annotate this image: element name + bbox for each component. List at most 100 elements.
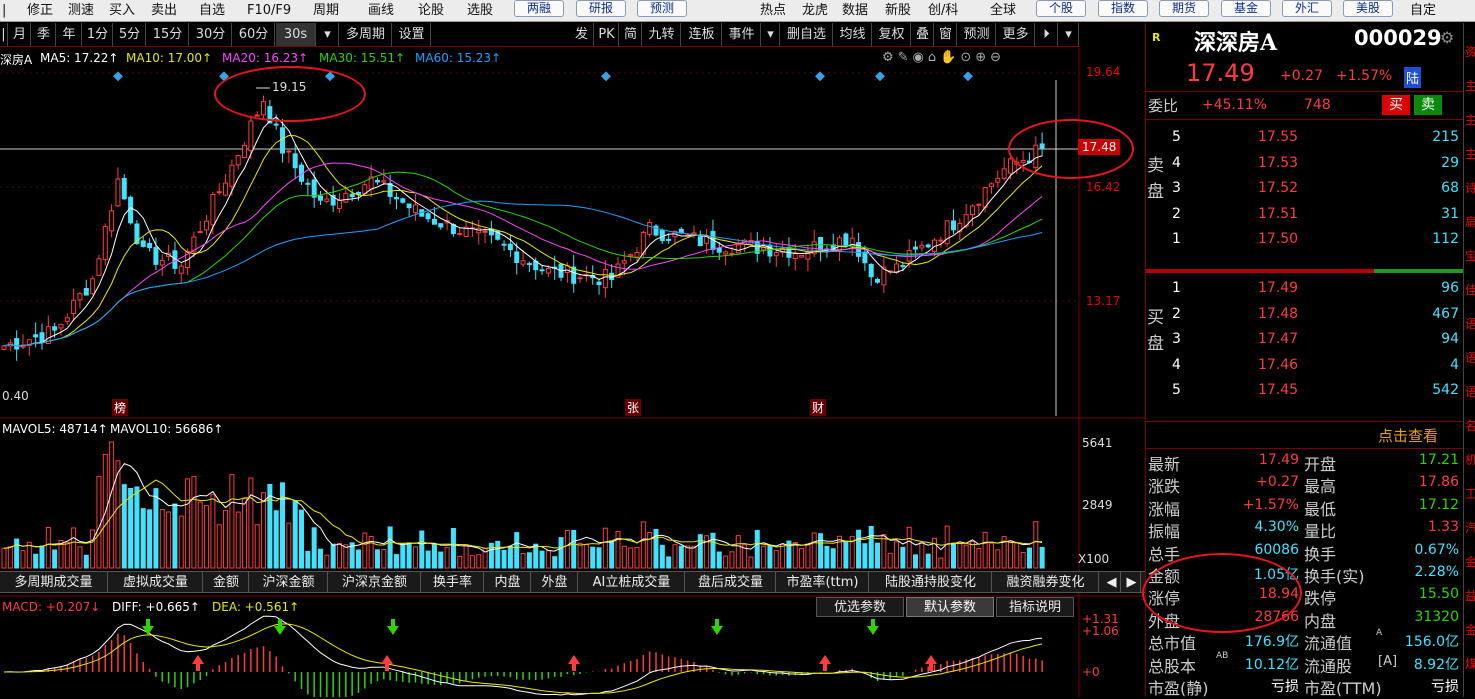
tool-adjust[interactable]: 复权 xyxy=(873,23,911,46)
menu-sell[interactable]: 卖出 xyxy=(151,0,177,22)
side-list-item[interactable]: 诗 xyxy=(1465,179,1475,196)
menu-chinext-star[interactable]: 创/科 xyxy=(928,0,958,22)
chart-tool-icons[interactable]: ⚙✎◉⌂✋⊙⊕⊖ xyxy=(882,50,1005,65)
tab-northbound-holding[interactable]: 陆股通持股变化 xyxy=(870,572,992,593)
side-list-item[interactable]: 益 xyxy=(1465,587,1475,604)
book-price[interactable]: 17.52 xyxy=(1258,180,1298,196)
side-list-item[interactable]: 资 xyxy=(1465,43,1475,60)
tab-margin-change[interactable]: 融资融券变化 xyxy=(993,572,1099,593)
period-dropdown[interactable]: ▾ xyxy=(317,23,339,46)
multi-period-button[interactable]: 多周期 xyxy=(340,23,392,46)
tab-ai-volume[interactable]: AI立桩成交量 xyxy=(579,572,685,593)
side-list-item[interactable]: 金 xyxy=(1465,621,1475,638)
tab-after-hours-volume[interactable]: 盘后成交量 xyxy=(686,572,776,593)
period-30s[interactable]: 30s xyxy=(276,23,316,46)
settings-button[interactable]: 设置 xyxy=(393,23,431,46)
tab-virtual-volume[interactable]: 虚拟成交量 xyxy=(109,572,203,593)
menu-global[interactable]: 全球 xyxy=(990,0,1016,22)
tab-pe-ttm[interactable]: 市盈率(ttm) xyxy=(777,572,869,593)
tabs-scroll-right-icon[interactable]: ▶ xyxy=(1123,572,1141,593)
event-marker-finance[interactable]: 财 xyxy=(810,399,827,416)
tool-forward-icon[interactable]: ⏵ xyxy=(1036,23,1058,46)
side-list-item[interactable]: 名 xyxy=(1465,417,1475,434)
tool-publish[interactable]: 发 xyxy=(570,23,594,46)
menu-margin-button[interactable]: 两融 xyxy=(514,0,564,17)
book-price[interactable]: 17.48 xyxy=(1258,306,1298,322)
side-list-item[interactable]: 主 xyxy=(1465,145,1475,162)
side-list-item[interactable]: 语 xyxy=(1465,349,1475,366)
gear-icon[interactable]: ⚙ xyxy=(1440,28,1454,47)
tool-overlay[interactable]: 叠 xyxy=(912,23,934,46)
menu-custom[interactable]: 自定 xyxy=(1410,0,1436,22)
tab-hs-amount[interactable]: 沪深金额 xyxy=(250,572,328,593)
tool-ma[interactable]: 均线 xyxy=(834,23,872,46)
period-30min[interactable]: 30分 xyxy=(190,23,232,46)
tool-forward-dropdown[interactable]: ▾ xyxy=(1059,23,1079,46)
menu-forex-button[interactable]: 外汇 xyxy=(1282,0,1332,17)
book-price[interactable]: 17.51 xyxy=(1258,206,1298,222)
optimized-params-button[interactable]: 优选参数 xyxy=(816,597,904,617)
default-params-button[interactable]: 默认参数 xyxy=(906,597,994,617)
tab-hsj-amount[interactable]: 沪深京金额 xyxy=(329,572,421,593)
event-marker-limit[interactable]: 张 xyxy=(625,399,642,416)
menu-draw[interactable]: 画线 xyxy=(368,0,394,22)
tool-consecutive-limit[interactable]: 连板 xyxy=(682,23,722,46)
period-day-tail[interactable]: | xyxy=(0,23,8,46)
click-view-link[interactable]: 点击查看 xyxy=(1378,425,1438,446)
menu-stock-button[interactable]: 个股 xyxy=(1036,0,1086,17)
menu-hot[interactable]: 热点 xyxy=(760,0,786,22)
period-15min[interactable]: 15分 xyxy=(147,23,189,46)
tool-simple[interactable]: 简 xyxy=(620,23,642,46)
menu-buy[interactable]: 买入 xyxy=(109,0,135,22)
menu-ipo[interactable]: 新股 xyxy=(885,0,911,22)
side-list-item[interactable]: 语 xyxy=(1465,383,1475,400)
sell-button[interactable]: 卖 xyxy=(1414,95,1442,115)
side-list-item[interactable]: 语 xyxy=(1465,315,1475,332)
menu-speedtest[interactable]: 测速 xyxy=(68,0,94,22)
side-list-item[interactable]: 机 xyxy=(1465,451,1475,468)
book-price[interactable]: 17.46 xyxy=(1258,357,1298,373)
book-price[interactable]: 17.55 xyxy=(1258,129,1298,145)
tab-inner[interactable]: 内盘 xyxy=(485,572,531,593)
tab-amount[interactable]: 金额 xyxy=(204,572,249,593)
indicator-help-button[interactable]: 指标说明 xyxy=(996,597,1074,617)
menu-dragon-tiger[interactable]: 龙虎 xyxy=(802,0,828,22)
tab-outer[interactable]: 外盘 xyxy=(532,572,578,593)
tool-pk[interactable]: PK xyxy=(595,23,619,46)
period-year[interactable]: 年 xyxy=(57,23,82,46)
side-list-item[interactable]: 工 xyxy=(1465,485,1475,502)
buy-button[interactable]: 买 xyxy=(1382,95,1410,115)
menu-f10[interactable]: F10/F9 xyxy=(247,0,291,22)
menu-watchlist[interactable]: 自选 xyxy=(199,0,225,22)
tabs-scroll-left-icon[interactable]: ◀ xyxy=(1103,572,1121,593)
menu-funds-button[interactable]: 基金 xyxy=(1221,0,1271,17)
side-list-item[interactable]: 主 xyxy=(1465,77,1475,94)
tab-turnover[interactable]: 换手率 xyxy=(422,572,484,593)
menu-us-stocks-button[interactable]: 美股 xyxy=(1343,0,1393,17)
menu-forecast-button[interactable]: 预测 xyxy=(637,0,687,17)
event-marker-billboard[interactable]: 榜 xyxy=(112,399,129,416)
book-price[interactable]: 17.53 xyxy=(1258,155,1298,171)
side-list-item[interactable]: 宝 xyxy=(1465,247,1475,264)
side-list-item[interactable]: 汽 xyxy=(1465,519,1475,536)
tab-multi-period-volume[interactable]: 多周期成交量 xyxy=(0,572,108,593)
tool-events[interactable]: 事件 xyxy=(723,23,761,46)
tool-window[interactable]: 窗 xyxy=(935,23,957,46)
period-quarter[interactable]: 季 xyxy=(32,23,56,46)
side-list-item[interactable]: 金 xyxy=(1465,553,1475,570)
tool-events-dropdown[interactable]: ▾ xyxy=(762,23,780,46)
menu-futures-button[interactable]: 期货 xyxy=(1159,0,1209,17)
side-list-item[interactable]: 煤 xyxy=(1465,655,1475,672)
menu-fix[interactable]: 修正 xyxy=(27,0,53,22)
book-price[interactable]: 17.47 xyxy=(1258,331,1298,347)
book-price[interactable]: 17.45 xyxy=(1258,382,1298,398)
tool-nine-turn[interactable]: 九转 xyxy=(643,23,681,46)
side-list-item[interactable]: 扁 xyxy=(1465,213,1475,230)
side-list-item[interactable]: 佳 xyxy=(1465,281,1475,298)
menu-screener[interactable]: 选股 xyxy=(467,0,493,22)
period-60min[interactable]: 60分 xyxy=(233,23,275,46)
menu-forum[interactable]: 论股 xyxy=(418,0,444,22)
period-1min[interactable]: 1分 xyxy=(83,23,113,46)
side-list-item[interactable]: 主 xyxy=(1465,111,1475,128)
menu-data[interactable]: 数据 xyxy=(842,0,868,22)
